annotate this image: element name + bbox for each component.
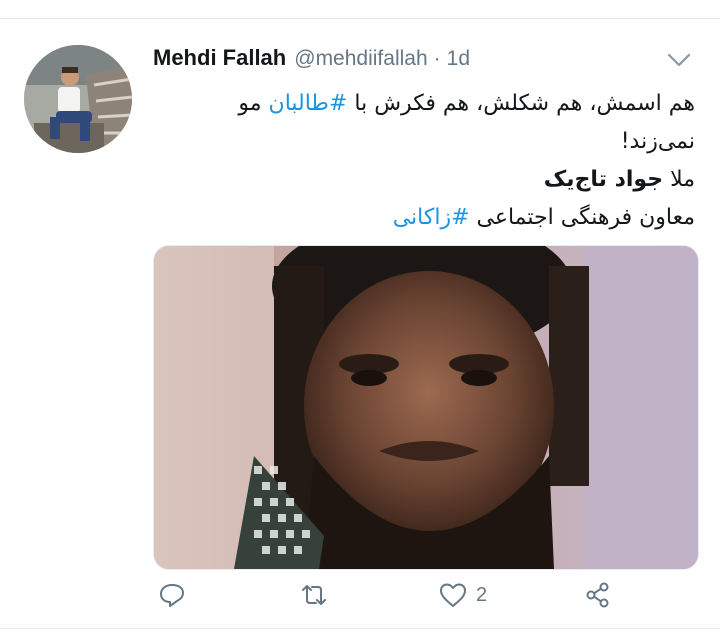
like-button[interactable]: 2 <box>438 575 487 615</box>
tweet-text: هم اسمش، هم شکلش، هم فکرش با #طالبان مو … <box>153 85 695 237</box>
tweet[interactable]: Mehdi Fallah @mehdiifallah · 1d هم اسمش،… <box>0 19 720 627</box>
retweet-icon <box>302 585 326 605</box>
tweet-menu-button[interactable] <box>666 51 692 69</box>
tweet-line-2: نمی‌زند! <box>620 129 695 154</box>
reply-icon <box>160 584 184 607</box>
share-icon <box>586 582 609 608</box>
avatar-image <box>24 45 132 153</box>
like-count: 2 <box>476 583 488 606</box>
hashtag-taliban[interactable]: #طالبان <box>269 91 348 116</box>
top-divider <box>0 0 720 19</box>
chevron-down-icon <box>667 53 691 67</box>
separator-dot: · <box>433 47 441 70</box>
tweet-line-3-prefix: ملا <box>663 167 695 192</box>
portrait-image <box>154 246 698 569</box>
tweet-line-1-suffix: مو <box>238 91 269 116</box>
retweet-button[interactable] <box>299 575 329 615</box>
reply-button[interactable] <box>157 575 187 615</box>
tweet-line-1: هم اسمش، هم شکلش، هم فکرش با #طالبان مو <box>153 85 695 123</box>
tweet-line-1-text: هم اسمش، هم شکلش، هم فکرش با <box>347 91 695 116</box>
tweet-line-3: ملا جواد تاج‌یک <box>153 161 695 199</box>
tweet-photo[interactable] <box>153 245 699 570</box>
hashtag-zakani[interactable]: #زاکانی <box>393 205 470 230</box>
heart-icon <box>440 583 466 607</box>
author-handle[interactable]: @mehdiifallah <box>294 47 427 71</box>
tweet-timestamp[interactable]: 1d <box>447 47 470 71</box>
tweet-header: Mehdi Fallah @mehdiifallah · 1d <box>153 45 470 75</box>
share-button[interactable] <box>583 575 613 615</box>
author-name[interactable]: Mehdi Fallah <box>153 45 286 71</box>
tweet-line-3-bold: جواد تاج‌یک <box>543 167 664 192</box>
tweet-line-4-text: معاون فرهنگی اجتماعی <box>469 205 696 230</box>
tweet-line-4: معاون فرهنگی اجتماعی #زاکانی <box>153 199 695 237</box>
tweet-actions: 2 <box>153 575 697 615</box>
bottom-divider <box>0 628 720 643</box>
avatar[interactable] <box>24 45 132 153</box>
